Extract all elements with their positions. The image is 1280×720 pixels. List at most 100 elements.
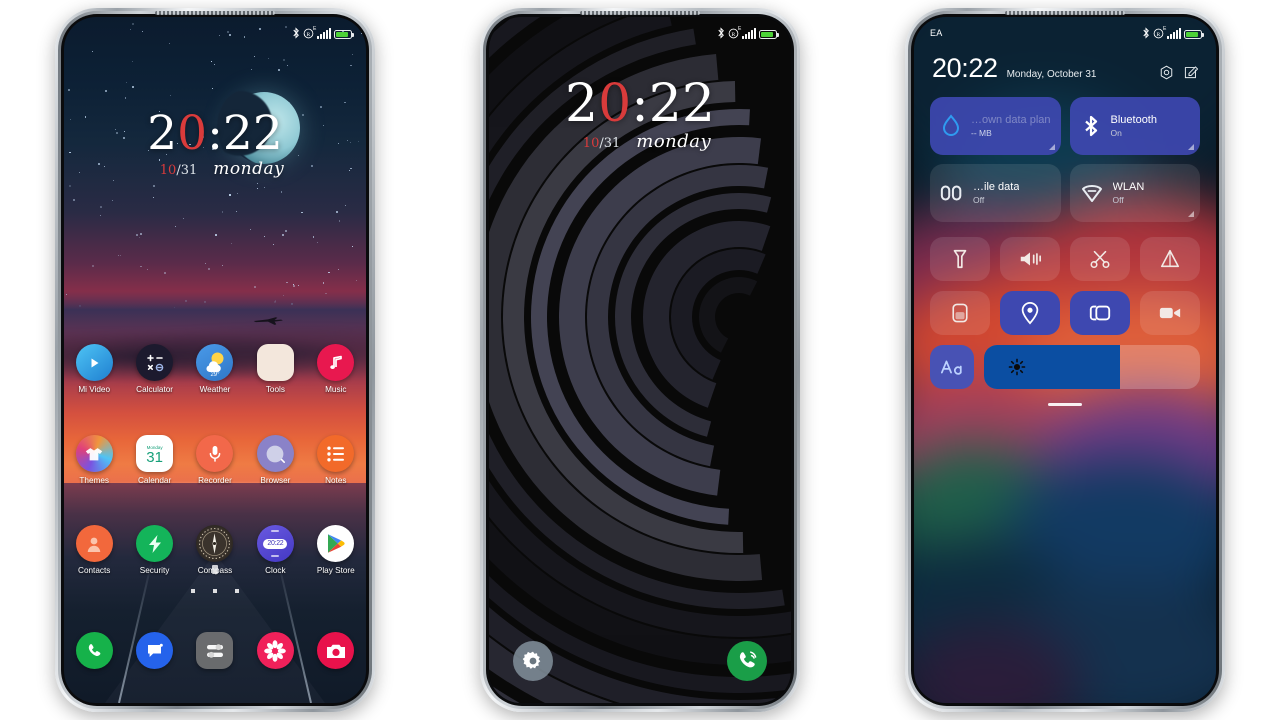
play-icon xyxy=(76,344,113,381)
camera-icon xyxy=(317,632,354,669)
app-label: Tools xyxy=(266,385,285,394)
app-tools-folder[interactable]: Tools xyxy=(245,344,305,394)
cc-toggle-sound[interactable] xyxy=(1000,237,1060,281)
music-note-icon xyxy=(317,344,354,381)
clock-date-month: 10 xyxy=(583,136,600,151)
cc-tile-sub: On xyxy=(1111,128,1157,138)
phone-middle-screen[interactable]: R E 20:22 10/31 monday xyxy=(489,17,791,703)
cc-tile-wlan[interactable]: WLAN Off xyxy=(1070,164,1201,222)
page-indicator[interactable] xyxy=(64,565,366,598)
panel-drag-handle[interactable] xyxy=(1048,403,1082,406)
app-label: Weather xyxy=(200,385,231,394)
cc-toggle-screenshot[interactable] xyxy=(1070,237,1130,281)
cc-time: 20:22 xyxy=(932,55,998,82)
dock-camera[interactable]: Camera xyxy=(306,632,366,669)
status-bar: EA R E xyxy=(914,17,1216,43)
battery-icon xyxy=(1184,30,1202,39)
network-type-label: E xyxy=(738,26,742,32)
network-type-label: E xyxy=(1163,26,1167,32)
app-weather[interactable]: 29° Weather xyxy=(185,344,245,394)
weather-temp: 29° xyxy=(196,372,233,378)
lockscreen-clock: 20:22 10/31 monday xyxy=(489,80,791,152)
cc-tile-text: WLAN Off xyxy=(1113,181,1145,205)
app-label: Browser xyxy=(260,476,290,485)
clock-date-day: 31 xyxy=(604,136,621,151)
clock-time: 20:22 xyxy=(489,80,791,129)
scissors-icon xyxy=(1089,248,1111,270)
app-label: Calculator xyxy=(136,385,173,394)
app-music[interactable]: Music xyxy=(306,344,366,394)
brightness-slider[interactable] xyxy=(984,345,1200,389)
app-themes[interactable]: Themes xyxy=(64,435,124,485)
cc-toggle-font-size[interactable] xyxy=(930,345,974,389)
app-notes[interactable]: Notes xyxy=(306,435,366,485)
cc-toggle-rotation-lock[interactable] xyxy=(930,291,990,335)
clock-widget-time: 20:22 xyxy=(263,539,287,549)
clock-subline: 10/31 monday xyxy=(64,159,366,179)
phone-left-screen[interactable]: R E 20:22 10/31 monday Mi Video Calculat… xyxy=(64,17,366,703)
app-mi-video[interactable]: Mi Video xyxy=(64,344,124,394)
signal-icon: E xyxy=(1167,28,1181,39)
cc-toggle-location[interactable] xyxy=(1000,291,1060,335)
earpiece-grille xyxy=(580,11,700,15)
clock-icon: 20:22 xyxy=(257,525,294,562)
app-calendar[interactable]: Monday 31 Calendar xyxy=(124,435,184,485)
contacts-person-icon xyxy=(76,525,113,562)
expand-corner-icon[interactable] xyxy=(1188,211,1194,217)
cc-toggle-airplane[interactable] xyxy=(1140,237,1200,281)
clock-date: 10/31 xyxy=(160,163,197,178)
dialer-shortcut[interactable] xyxy=(727,641,767,681)
cc-toggle-cast[interactable] xyxy=(1070,291,1130,335)
app-label: Recorder xyxy=(198,476,232,485)
app-label: Music xyxy=(325,385,346,394)
battery-icon xyxy=(759,30,777,39)
cc-toggle-grid xyxy=(930,237,1200,335)
status-icons: R E xyxy=(717,27,777,39)
dock-gallery[interactable]: Gallery xyxy=(245,632,305,669)
settings-shortcut[interactable] xyxy=(513,641,553,681)
clock-subline: 10/31 monday xyxy=(489,131,791,152)
cc-toggle-flashlight[interactable] xyxy=(930,237,990,281)
security-bolt-icon xyxy=(136,525,173,562)
page-dot[interactable] xyxy=(191,589,195,593)
cc-toggle-screen-record[interactable] xyxy=(1140,291,1200,335)
dock-phone[interactable]: Phone xyxy=(64,632,124,669)
settings-hex-icon[interactable] xyxy=(1159,65,1174,80)
app-browser[interactable]: Browser xyxy=(245,435,305,485)
page-dot[interactable] xyxy=(235,589,239,593)
page-dot[interactable] xyxy=(213,589,217,593)
cc-tile-title: …own data plan xyxy=(971,114,1051,126)
app-calculator[interactable]: Calculator xyxy=(124,344,184,394)
message-bubble-icon xyxy=(136,632,173,669)
edit-icon[interactable] xyxy=(1183,65,1198,80)
play-store-icon xyxy=(317,525,354,562)
phone-right-screen[interactable]: EA R E 20:22 Monday, October 31 …own dat… xyxy=(914,17,1216,703)
cc-tile-data-plan[interactable]: …own data plan -- MB xyxy=(930,97,1061,155)
weather-icon: 29° xyxy=(196,344,233,381)
dock: Phone Messages xyxy=(64,632,366,669)
expand-corner-icon[interactable] xyxy=(1188,144,1194,150)
cc-tile-sub: -- MB xyxy=(971,128,1051,138)
earpiece-grille xyxy=(1005,11,1125,15)
page-indicator-handle xyxy=(212,565,218,574)
data-drop-icon xyxy=(940,113,962,139)
dock-messages[interactable]: Messages xyxy=(124,632,184,669)
dock-settings[interactable]: Settings xyxy=(185,632,245,669)
cc-date: Monday, October 31 xyxy=(1007,69,1150,82)
clock-colon: : xyxy=(207,106,223,161)
clock-hour-first: 2 xyxy=(565,74,598,134)
signal-icon: E xyxy=(742,28,756,39)
app-recorder[interactable]: Recorder xyxy=(185,435,245,485)
cc-big-tiles-row-2: …ile data Off WLAN Off xyxy=(930,164,1200,222)
expand-corner-icon[interactable] xyxy=(1049,144,1055,150)
notes-list-icon xyxy=(317,435,354,472)
cc-tile-bluetooth[interactable]: Bluetooth On xyxy=(1070,97,1201,155)
status-bar: R E xyxy=(64,17,366,43)
cc-tile-mobile-data[interactable]: …ile data Off xyxy=(930,164,1061,222)
cc-tile-title: WLAN xyxy=(1113,181,1145,193)
flower-icon xyxy=(257,632,294,669)
cc-big-tiles-row-1: …own data plan -- MB Bluetooth On xyxy=(930,97,1200,155)
app-row-2: Themes Monday 31 Calendar Recorder Brows… xyxy=(64,435,366,485)
lockscreen-clock: 20:22 10/31 monday xyxy=(64,112,366,179)
cast-icon xyxy=(1088,303,1112,323)
